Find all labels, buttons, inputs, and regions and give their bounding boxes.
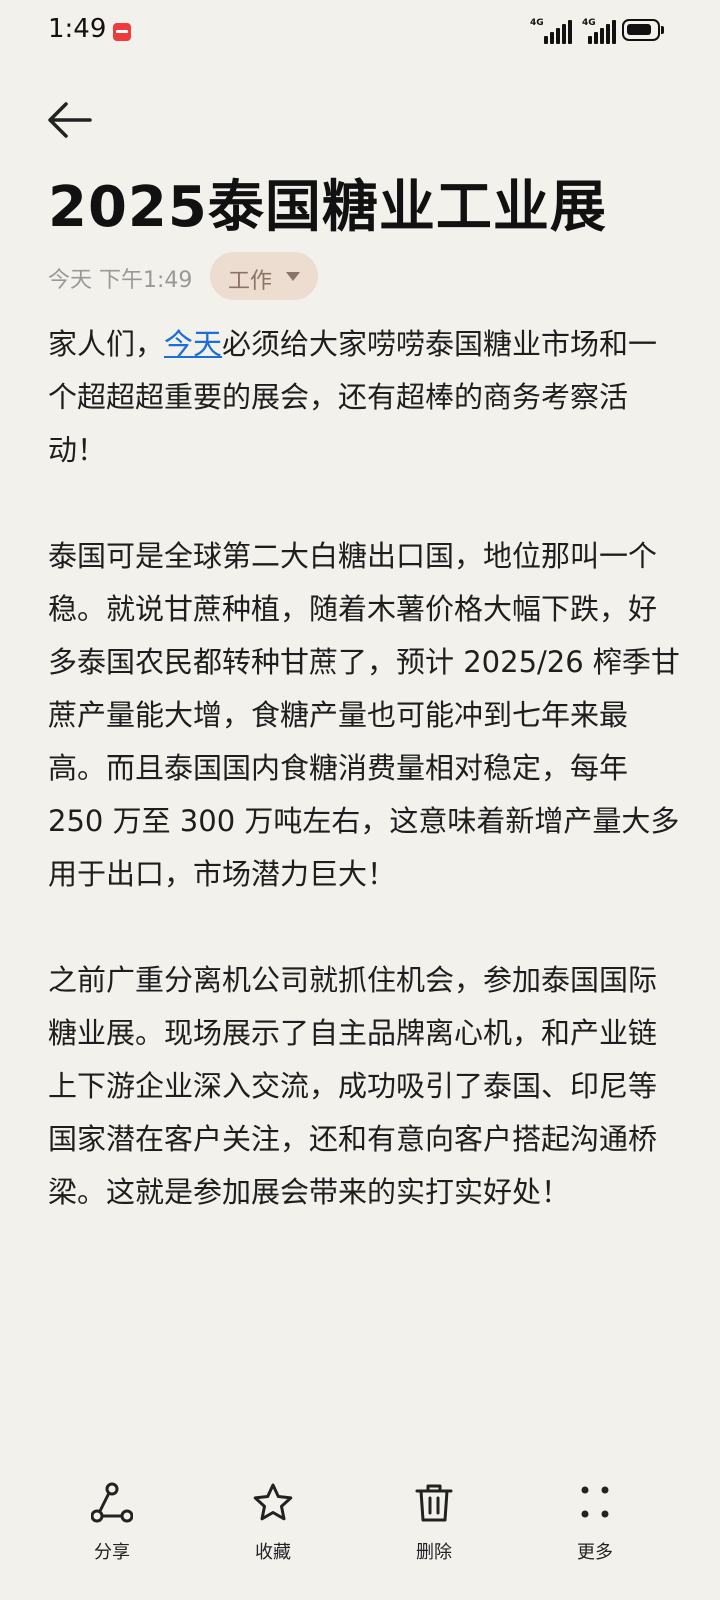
note-body[interactable]: 家人们，今天必须给大家唠唠泰国糖业市场和一个超超超重要的展会，还有超棒的商务考察… [48,318,680,1272]
category-dropdown[interactable]: 工作 [210,252,318,300]
caret-down-icon [286,272,300,281]
status-bar: 1:49 4G 4G [0,0,720,64]
back-arrow-icon [48,102,92,138]
back-button[interactable] [46,96,94,144]
battery-icon [622,19,664,41]
paragraph-3: 之前广重分离机公司就抓住机会，参加泰国国际糖业展。现场展示了自主品牌离心机，和产… [48,963,658,1209]
delete-label: 删除 [416,1542,452,1563]
paragraph-1-prefix: 家人们， [48,327,165,361]
more-button[interactable]: 更多 [540,1482,650,1578]
note-title[interactable]: 2025泰国糖业工业展 [48,170,688,246]
favorite-label: 收藏 [255,1542,291,1563]
more-label: 更多 [577,1542,613,1563]
app-notification-icon [113,23,131,41]
note-meta: 今天 下午1:49 工作 [48,252,688,300]
trash-icon [415,1484,453,1522]
paragraph-2: 泰国可是全球第二大白糖出口国，地位那叫一个稳。就说甘蔗种植，随着木薯价格大幅下跌… [48,539,680,891]
paragraph-1: 家人们，今天必须给大家唠唠泰国糖业市场和一个超超超重要的展会，还有超棒的商务考察… [48,318,680,477]
share-label: 分享 [94,1542,130,1563]
network-type-label-1: 4G [530,18,544,28]
date-link[interactable]: 今天 [164,327,222,361]
network-type-label-2: 4G [582,18,596,28]
star-icon [253,1483,293,1521]
delete-button[interactable]: 删除 [379,1482,489,1578]
status-time: 1:49 [48,14,107,44]
share-icon [91,1482,133,1523]
cellular-signal-icon-2: 4G [582,18,616,44]
share-button[interactable]: 分享 [57,1482,167,1578]
more-dots-icon [581,1486,609,1518]
cellular-signal-icon-1: 4G [530,18,574,44]
bottom-toolbar: 分享 收藏 删除 更多 [0,1470,720,1600]
note-date: 今天 下午1:49 [48,268,193,293]
favorite-button[interactable]: 收藏 [218,1482,328,1578]
category-label: 工作 [228,269,273,294]
